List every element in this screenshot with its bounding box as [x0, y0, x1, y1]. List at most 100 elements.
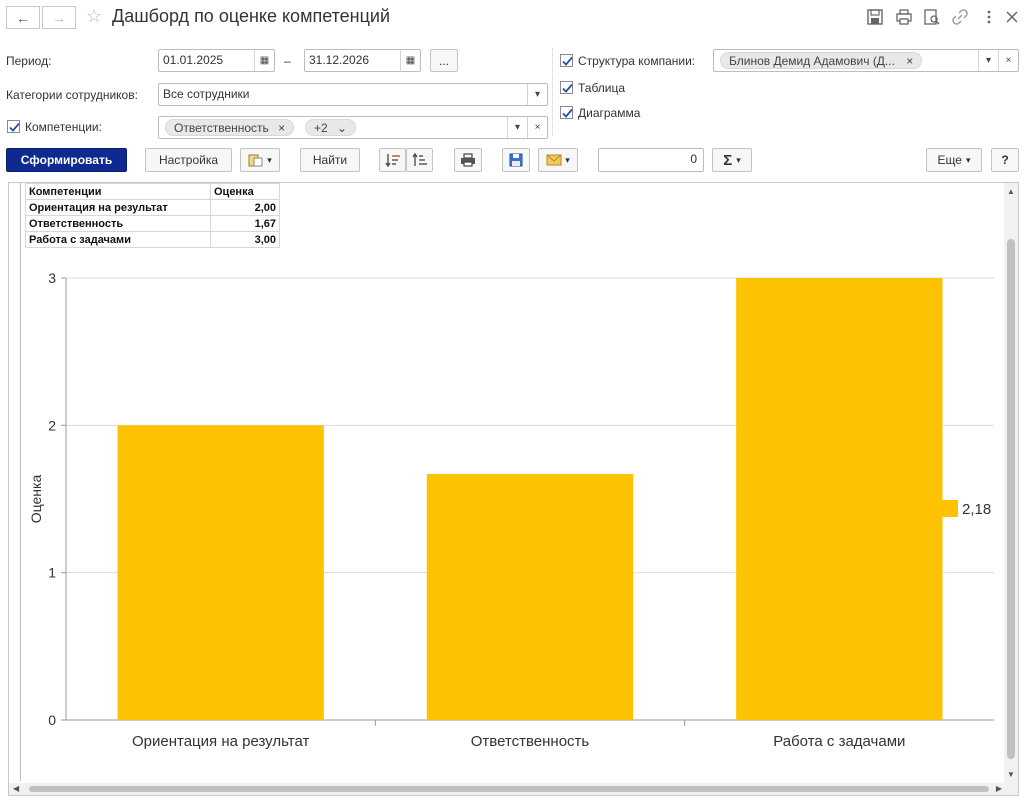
- y-axis-label: Оценка: [28, 475, 44, 524]
- legend-label: 2,18: [962, 501, 991, 518]
- forward-button[interactable]: →: [42, 6, 76, 29]
- bar: [736, 278, 943, 720]
- scroll-up-icon[interactable]: ▲: [1007, 187, 1015, 196]
- window-title: Дашборд по оценке компетенций: [112, 6, 391, 26]
- dropdown-icon[interactable]: ▾: [507, 117, 527, 138]
- sort-ascending-icon: [411, 153, 427, 166]
- more-tags[interactable]: +2 ⌄: [305, 119, 357, 136]
- remove-tag-icon[interactable]: ×: [906, 54, 913, 68]
- envelope-icon: [546, 154, 562, 166]
- checkmark-icon: [9, 122, 20, 132]
- diagram-label: Диаграмма: [578, 106, 641, 120]
- settings-button[interactable]: Настройка: [145, 148, 232, 172]
- competency-tag-label: Ответственность: [174, 121, 269, 135]
- sort-desc-button[interactable]: [379, 148, 406, 172]
- horizontal-scroll-thumb[interactable]: [29, 786, 989, 792]
- send-email-button[interactable]: ▾: [538, 148, 578, 172]
- competencies-label: Компетенции:: [25, 120, 102, 134]
- bar-chart: 0 1 2 3 Оценка Ориентация на результат Ответст…: [28, 270, 994, 750]
- period-to-value: 31.12.2026: [309, 53, 370, 67]
- period-from-field[interactable]: 01.01.2025 ▦: [158, 49, 275, 72]
- vertical-scroll-thumb[interactable]: [1007, 239, 1015, 759]
- remove-tag-icon[interactable]: ×: [278, 121, 285, 135]
- clear-icon[interactable]: ×: [527, 117, 547, 138]
- vertical-scrollbar[interactable]: ▲ ▼: [1004, 183, 1018, 795]
- clipboard-icon: [248, 154, 263, 167]
- scroll-right-icon[interactable]: ▶: [996, 784, 1002, 793]
- competency-tag[interactable]: Ответственность ×: [165, 119, 295, 136]
- save-icon[interactable]: [866, 8, 884, 26]
- structure-label: Структура компании:: [578, 54, 696, 68]
- dropdown-arrow-icon: ▾: [736, 154, 741, 165]
- arrow-left-icon: ←: [16, 9, 30, 26]
- legend-swatch: [941, 500, 958, 517]
- print-icon: [461, 153, 475, 167]
- sum-button[interactable]: Σ ▾: [712, 148, 752, 172]
- dropdown-arrow-icon: ▾: [267, 154, 272, 165]
- dropdown-arrow-icon: ▾: [565, 154, 570, 165]
- link-icon[interactable]: [951, 8, 969, 26]
- dropdown-icon[interactable]: ▾: [978, 50, 998, 71]
- report-area[interactable]: Компетенции Оценка Ориентация на результ…: [8, 182, 1019, 796]
- period-to-field[interactable]: 31.12.2026 ▦: [304, 49, 421, 72]
- clear-icon[interactable]: ×: [998, 50, 1018, 71]
- checkmark-icon: [562, 108, 573, 118]
- horizontal-scrollbar[interactable]: ◀ ▶: [9, 783, 1018, 795]
- period-label: Период:: [6, 54, 52, 68]
- categories-field[interactable]: Все сотрудники ▾: [158, 83, 548, 106]
- favorite-star-icon[interactable]: ☆: [86, 6, 102, 27]
- more-button-label: Еще: [937, 153, 962, 167]
- table-checkbox[interactable]: [560, 81, 573, 94]
- sort-descending-icon: [384, 154, 400, 167]
- scroll-down-icon[interactable]: ▼: [1007, 770, 1015, 779]
- period-dash: –: [284, 54, 291, 68]
- checkmark-icon: [562, 83, 573, 93]
- save-button[interactable]: [502, 148, 530, 172]
- competencies-field[interactable]: Ответственность × +2 ⌄ ▾ ×: [158, 116, 548, 139]
- structure-tag-label: Блинов Демид Адамович (Д...: [729, 54, 895, 68]
- diagram-checkbox[interactable]: [560, 106, 573, 119]
- table-label: Таблица: [578, 81, 626, 95]
- structure-checkbox[interactable]: [560, 54, 573, 67]
- find-button[interactable]: Найти: [300, 148, 360, 172]
- structure-field[interactable]: Блинов Демид Адамович (Д... × ▾ ×: [713, 49, 1019, 72]
- preview-icon[interactable]: [923, 8, 941, 26]
- more-button[interactable]: Еще ▾: [926, 148, 982, 172]
- y-tick-label: 3: [48, 270, 56, 286]
- x-tick-label: Работа с задачами: [773, 733, 905, 750]
- more-tags-label: +2: [314, 121, 328, 135]
- y-tick-label: 0: [48, 712, 56, 728]
- dropdown-arrow-icon: ▾: [965, 154, 971, 165]
- categories-label: Категории сотрудников:: [6, 88, 138, 102]
- calendar-icon[interactable]: ▦: [400, 50, 420, 71]
- variants-button[interactable]: ▾: [240, 148, 280, 172]
- period-select-button[interactable]: ...: [430, 49, 458, 72]
- arrow-right-icon: →: [52, 9, 66, 26]
- checkmark-icon: [562, 56, 573, 66]
- sigma-icon: Σ: [723, 151, 733, 169]
- save-icon: [509, 153, 523, 167]
- competencies-checkbox[interactable]: [7, 120, 20, 133]
- bar: [117, 425, 324, 720]
- sum-field[interactable]: 0: [598, 148, 704, 172]
- structure-tag[interactable]: Блинов Демид Адамович (Д... ×: [720, 52, 923, 69]
- y-tick-label: 2: [48, 417, 56, 433]
- calendar-icon[interactable]: ▦: [254, 50, 274, 71]
- period-from-value: 01.01.2025: [163, 53, 224, 67]
- chevron-down-icon: ⌄: [337, 121, 348, 135]
- more-vertical-icon[interactable]: [980, 8, 998, 26]
- close-icon[interactable]: [1003, 8, 1021, 26]
- scroll-left-icon[interactable]: ◀: [13, 784, 19, 793]
- back-button[interactable]: ←: [6, 6, 40, 29]
- sort-asc-button[interactable]: [406, 148, 433, 172]
- help-button[interactable]: ?: [991, 148, 1019, 172]
- print-icon[interactable]: [895, 8, 913, 26]
- generate-button[interactable]: Сформировать: [6, 148, 127, 172]
- y-tick-label: 1: [48, 565, 56, 581]
- dropdown-icon[interactable]: ▾: [527, 84, 547, 105]
- categories-value: Все сотрудники: [163, 87, 250, 101]
- print-button[interactable]: [454, 148, 482, 172]
- x-tick-label: Ориентация на результат: [132, 733, 309, 750]
- bar: [426, 473, 634, 720]
- x-tick-label: Ответственность: [471, 733, 590, 750]
